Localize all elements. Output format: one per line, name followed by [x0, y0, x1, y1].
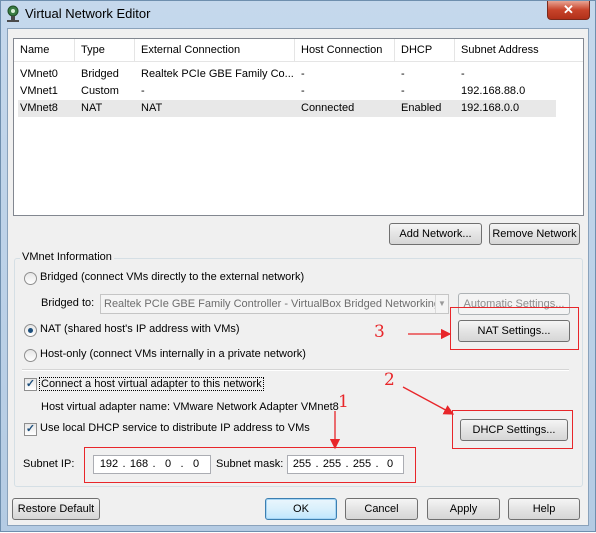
ok-button[interactable]: OK: [265, 498, 337, 520]
cell-dhcp: -: [401, 85, 405, 97]
annotation-box-subnet: [84, 447, 416, 483]
apply-button[interactable]: Apply: [427, 498, 500, 520]
close-icon: ✕: [563, 2, 574, 17]
host-only-radio[interactable]: [24, 349, 37, 362]
bridged-radio[interactable]: [24, 272, 37, 285]
bridged-to-select[interactable]: Realtek PCIe GBE Family Controller - Vir…: [100, 294, 449, 314]
subnet-ip-label: Subnet IP:: [23, 458, 75, 470]
restore-default-button[interactable]: Restore Default: [12, 498, 100, 520]
cell-type: NAT: [81, 102, 103, 114]
title-bar[interactable]: Virtual Network Editor ✕: [1, 1, 595, 27]
checkmark-icon: ✓: [25, 423, 36, 435]
table-row-vmnet8-selected[interactable]: VMnet8 NAT NAT Connected Enabled 192.168…: [18, 100, 556, 117]
annotation-number-1: 1: [338, 392, 349, 412]
cell-external-connection: NAT: [141, 102, 163, 114]
close-button[interactable]: ✕: [547, 1, 590, 20]
vmnet-information-label: VMnet Information: [20, 251, 114, 263]
checkmark-icon: ✓: [25, 378, 36, 390]
column-header-dhcp[interactable]: DHCP: [395, 39, 455, 62]
divider: [22, 369, 569, 371]
annotation-box-nat-settings: [450, 307, 579, 350]
bridged-to-label: Bridged to:: [41, 297, 95, 309]
networks-list[interactable]: Name Type External Connection Host Conne…: [13, 38, 584, 216]
cell-name: VMnet8: [20, 102, 58, 114]
column-header-host-connection[interactable]: Host Connection: [295, 39, 395, 62]
column-header-external-connection[interactable]: External Connection: [135, 39, 295, 62]
cell-external-connection: -: [141, 85, 145, 97]
annotation-number-2: 2: [384, 370, 395, 390]
nat-radio-label[interactable]: NAT (shared host's IP address with VMs): [40, 323, 240, 335]
bridged-radio-label[interactable]: Bridged (connect VMs directly to the ext…: [40, 271, 304, 283]
cell-type: Bridged: [81, 68, 119, 80]
column-header-subnet-address[interactable]: Subnet Address: [455, 39, 583, 62]
bridged-to-value: Realtek PCIe GBE Family Controller - Vir…: [104, 298, 441, 310]
annotation-number-3: 3: [374, 322, 385, 342]
connect-adapter-label[interactable]: Connect a host virtual adapter to this n…: [39, 377, 264, 391]
cell-dhcp: -: [401, 68, 405, 80]
virtual-network-editor-window: Virtual Network Editor ✕ Name Type Exter…: [0, 0, 596, 532]
cell-subnet-address: 192.168.88.0: [461, 85, 526, 97]
cell-subnet-address: 192.168.0.0: [461, 102, 520, 114]
column-header-type[interactable]: Type: [75, 39, 135, 62]
cell-type: Custom: [81, 85, 119, 97]
use-dhcp-label[interactable]: Use local DHCP service to distribute IP …: [40, 422, 310, 434]
cancel-button[interactable]: Cancel: [345, 498, 418, 520]
cell-host-connection: -: [301, 85, 305, 97]
cell-name: VMnet0: [20, 68, 58, 80]
remove-network-button[interactable]: Remove Network: [489, 223, 580, 245]
help-button[interactable]: Help: [508, 498, 580, 520]
cell-external-connection: Realtek PCIe GBE Family Co...: [141, 68, 294, 80]
window-title: Virtual Network Editor: [25, 6, 151, 21]
use-dhcp-checkbox[interactable]: ✓: [24, 423, 37, 436]
cell-host-connection: Connected: [301, 102, 355, 114]
add-network-button[interactable]: Add Network...: [389, 223, 482, 245]
cell-name: VMnet1: [20, 85, 58, 97]
host-only-radio-label[interactable]: Host-only (connect VMs internally in a p…: [40, 348, 306, 360]
connect-adapter-checkbox[interactable]: ✓: [24, 378, 37, 391]
cell-host-connection: -: [301, 68, 305, 80]
cell-dhcp: Enabled: [401, 102, 442, 114]
networks-list-header: Name Type External Connection Host Conne…: [14, 39, 583, 62]
nat-radio[interactable]: [24, 324, 37, 337]
network-adapter-icon: [7, 5, 19, 22]
column-header-name[interactable]: Name: [14, 39, 75, 62]
adapter-name-label: Host virtual adapter name: VMware Networ…: [41, 401, 339, 413]
annotation-box-dhcp-settings: [452, 410, 573, 449]
table-row-vmnet0[interactable]: VMnet0 Bridged Realtek PCIe GBE Family C…: [14, 66, 583, 83]
chevron-down-icon[interactable]: ▼: [435, 295, 448, 313]
table-row-vmnet1[interactable]: VMnet1 Custom - - - 192.168.88.0: [14, 83, 583, 100]
cell-subnet-address: -: [461, 68, 465, 80]
